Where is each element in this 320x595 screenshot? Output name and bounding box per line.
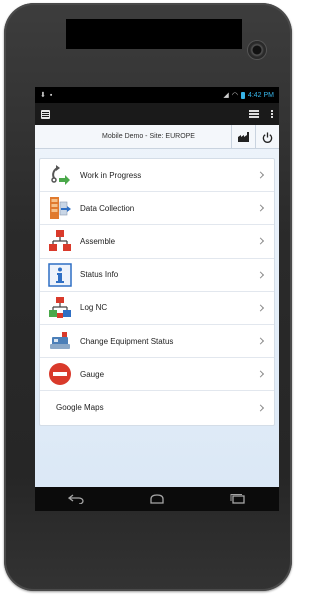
- recent-apps-button[interactable]: [223, 489, 253, 509]
- list-menu-icon[interactable]: [249, 110, 259, 118]
- power-icon: [262, 131, 273, 143]
- menu-item-label: Assemble: [80, 236, 116, 246]
- menu-item-label: Change Equipment Status: [80, 336, 174, 346]
- menu-item-assemble[interactable]: Assemble: [40, 225, 274, 259]
- chevron-right-icon: [256, 237, 265, 246]
- chevron-right-icon: [256, 370, 265, 378]
- menu-item-google-maps[interactable]: Google Maps: [40, 391, 274, 424]
- wifi-icon: ◠: [231, 92, 238, 99]
- chevron-right-icon: [256, 404, 265, 412]
- data-collection-icon: [48, 196, 72, 220]
- menu-item-work-in-progress[interactable]: Work in Progress: [40, 159, 274, 193]
- signal-icon: ◢: [223, 92, 229, 99]
- work-in-progress-icon: [48, 163, 72, 187]
- assemble-icon: [48, 229, 72, 253]
- phone-frame: ⬇ ▪ ◢ ◠ 4:42 PM Mobile Demo - Site: EURO…: [4, 3, 292, 591]
- app-icon[interactable]: [41, 109, 50, 119]
- app-content: Mobile Demo - Site: EUROPE Work in Progr…: [35, 125, 279, 487]
- front-camera: [248, 41, 266, 59]
- log-nc-icon: [48, 296, 72, 320]
- android-nav-bar: [35, 487, 279, 511]
- notification-icon: ▪: [49, 91, 53, 99]
- status-time: 4:42 PM: [247, 91, 274, 99]
- device-screen: ⬇ ▪ ◢ ◠ 4:42 PM Mobile Demo - Site: EURO…: [35, 87, 279, 511]
- menu-item-label: Status Info: [80, 270, 119, 280]
- home-icon: [150, 494, 164, 504]
- site-button[interactable]: [231, 125, 255, 149]
- main-menu-list: Work in Progress Data Collection Assembl…: [39, 158, 275, 426]
- chevron-right-icon: [256, 271, 265, 279]
- status-info-icon: [48, 262, 72, 287]
- chevron-right-icon: [256, 304, 265, 312]
- back-icon: [67, 494, 84, 504]
- status-bar: ⬇ ▪ ◢ ◠ 4:42 PM: [35, 87, 279, 103]
- overflow-menu-icon[interactable]: [271, 110, 273, 112]
- page-title: Mobile Demo - Site: EUROPE: [102, 133, 195, 140]
- page-header: Mobile Demo - Site: EUROPE: [35, 125, 279, 149]
- home-button[interactable]: [142, 489, 172, 509]
- app-action-bar: [35, 103, 279, 125]
- menu-item-label: Work in Progress: [80, 170, 142, 180]
- menu-item-label: Gauge: [80, 369, 105, 379]
- menu-item-gauge[interactable]: Gauge: [40, 358, 274, 392]
- recent-apps-icon: [230, 494, 245, 504]
- menu-item-status-info[interactable]: Status Info: [40, 259, 274, 292]
- back-button[interactable]: [61, 489, 91, 509]
- speaker-bar: [66, 19, 242, 49]
- menu-item-label: Data Collection: [80, 203, 135, 213]
- menu-item-label: Google Maps: [56, 403, 104, 413]
- battery-icon: [240, 91, 245, 99]
- usb-icon: ⬇: [40, 92, 46, 99]
- gauge-icon: [48, 362, 72, 386]
- factory-icon: [237, 132, 249, 142]
- menu-item-change-equipment-status[interactable]: Change Equipment Status: [40, 325, 274, 359]
- menu-item-label: Log NC: [80, 303, 108, 313]
- menu-item-data-collection[interactable]: Data Collection: [40, 192, 274, 226]
- chevron-right-icon: [256, 337, 265, 345]
- logout-button[interactable]: [255, 125, 279, 149]
- chevron-right-icon: [256, 171, 265, 179]
- change-equipment-status-icon: [48, 329, 72, 353]
- chevron-right-icon: [256, 204, 265, 212]
- menu-item-log-nc[interactable]: Log NC: [40, 292, 274, 325]
